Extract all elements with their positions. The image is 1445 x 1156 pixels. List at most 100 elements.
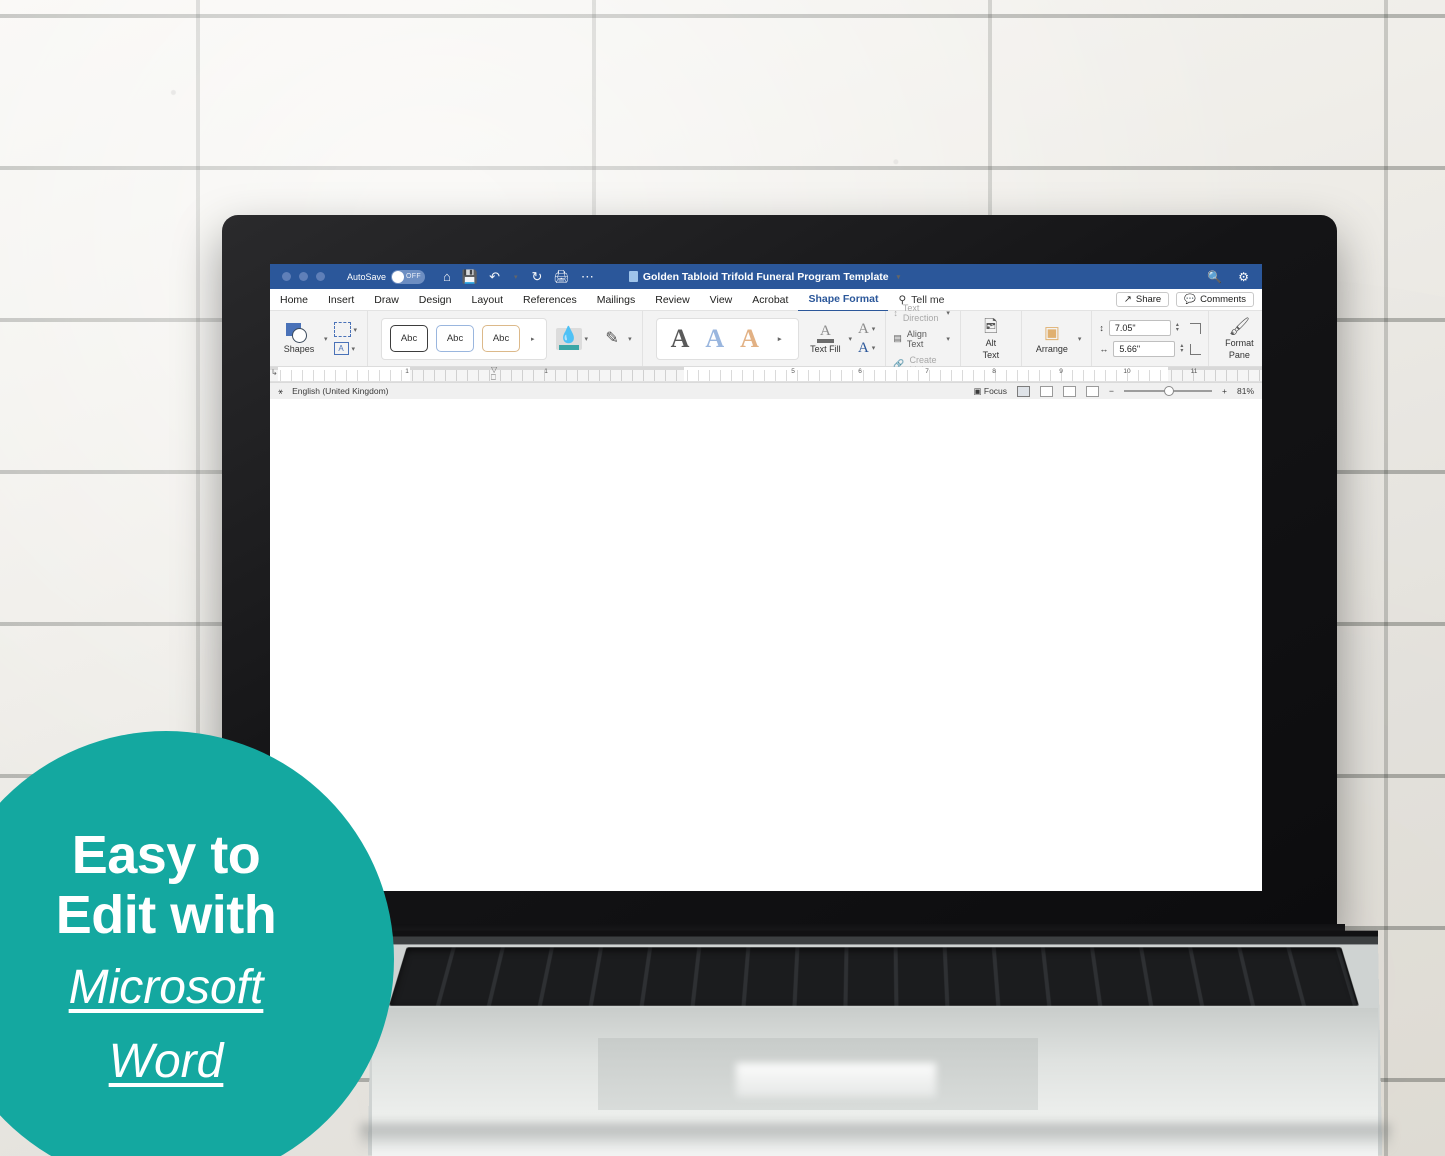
shape-styles-gallery[interactable]: Abc Abc Abc ▸ (381, 317, 547, 360)
shape-fill-button[interactable]: 💧 (555, 327, 582, 350)
status-bar[interactable]: ⚹ English (United Kingdom) ▣ Focus − + 8… (270, 382, 1262, 399)
text-outline-chevron-down-icon[interactable]: ▾ (872, 325, 876, 333)
shape-edit-buttons[interactable]: ▾ A ▾ (333, 322, 361, 355)
undo-chevron-down-icon[interactable]: ▾ (514, 273, 518, 281)
print-icon[interactable]: 🖨 (553, 269, 570, 285)
language-label[interactable]: English (United Kingdom) (292, 386, 388, 396)
text-fill-chevron-down-icon[interactable]: ▾ (848, 335, 852, 343)
zoom-in-button[interactable]: + (1222, 386, 1227, 396)
status-bar-right[interactable]: ▣ Focus − + 81% (973, 385, 1254, 397)
wordart-more-icon[interactable]: ▸ (778, 335, 782, 343)
undo-icon[interactable]: ↶ (489, 269, 500, 285)
text-fill-button[interactable]: A Text Fill (805, 323, 845, 354)
maximize-button[interactable] (316, 272, 325, 281)
save-icon[interactable]: 💾 (462, 269, 478, 285)
tab-acrobat[interactable]: Acrobat (742, 289, 798, 311)
text-effects-chevron-down-icon[interactable]: ▾ (872, 344, 876, 352)
shape-fill-outline-group[interactable]: 💧 ▾ ✎ ▾ (555, 327, 635, 350)
zoom-level-label[interactable]: 81% (1237, 386, 1254, 396)
autosave-toggle[interactable]: OFF (391, 269, 426, 284)
ribbon-tabs[interactable]: Home Insert Draw Design Layout Reference… (270, 288, 1262, 312)
outline-view-button[interactable] (1063, 385, 1077, 397)
wordart-style-2[interactable]: A (705, 324, 724, 354)
comments-button[interactable]: 💬 Comments (1176, 292, 1254, 307)
shape-styles-more-icon[interactable]: ▸ (531, 335, 535, 343)
text-outline-icon[interactable]: A (858, 322, 869, 337)
text-direction-label: Text Direction (902, 302, 939, 323)
redo-icon[interactable]: ↻ (532, 269, 543, 285)
home-icon[interactable]: ⌂ (443, 269, 451, 284)
text-commands[interactable]: ↕ Text Direction ▾ ▤ Align Text ▾ 🔗 Crea… (893, 303, 953, 375)
text-direction-chevron-down-icon[interactable]: ▾ (946, 309, 950, 317)
text-outline-effects-group[interactable]: A ▾ A ▾ (858, 322, 878, 356)
shape-style-2[interactable]: Abc (436, 325, 475, 352)
zoom-slider-knob[interactable] (1164, 386, 1175, 396)
autosave-control[interactable]: AutoSave OFF (347, 269, 426, 284)
print-layout-view-button[interactable] (1017, 385, 1031, 397)
horizontal-ruler[interactable]: 1 1 5 6 7 8 9 10 11 ↳ ▽ ⎕ (270, 367, 1262, 382)
shape-style-3[interactable]: Abc (482, 325, 521, 352)
share-button[interactable]: ↗ Share (1115, 292, 1170, 307)
tab-design[interactable]: Design (409, 289, 462, 311)
tab-mailings[interactable]: Mailings (587, 289, 646, 311)
edit-shape-icon[interactable] (333, 322, 351, 337)
shape-width-stepper[interactable]: ▴ ▾ (1180, 343, 1183, 354)
shapes-button[interactable]: Shapes (277, 323, 321, 354)
zoom-slider[interactable] (1124, 386, 1213, 396)
shape-format-ribbon[interactable]: Shapes ▾ ▾ A ▾ Abc Abc Abc ▸ 💧 ▾ ✎ ▾ A A… (270, 303, 1262, 375)
web-layout-view-button[interactable] (1040, 385, 1054, 397)
ruler-tick: 6 (858, 368, 862, 375)
text-box-chevron-down-icon[interactable]: ▾ (352, 345, 356, 353)
tab-home[interactable]: Home (270, 289, 318, 311)
tabs-right-actions[interactable]: ↗ Share 💬 Comments (1115, 292, 1262, 307)
align-text-button[interactable]: ▤ Align Text ▾ (893, 329, 953, 349)
title-chevron-down-icon[interactable]: ▾ (897, 273, 901, 281)
text-fill-label: Text Fill (810, 343, 841, 354)
ruler-tick: 9 (1059, 368, 1063, 375)
minimize-button[interactable] (299, 272, 308, 281)
ruler-tab-stop-icon[interactable]: ↳ (271, 368, 278, 377)
align-text-chevron-down-icon[interactable]: ▾ (946, 335, 950, 343)
tab-view[interactable]: View (700, 289, 743, 311)
arrange-button[interactable]: ▣ Arrange (1029, 323, 1075, 354)
search-icon[interactable]: 🔍 (1207, 270, 1222, 284)
left-indent-marker[interactable]: ⎕ (491, 373, 496, 381)
size-fields[interactable]: ↕ 7.05" ▴ ▾ ↔ 5.66" ▴ ▾ (1099, 320, 1183, 357)
zoom-out-button[interactable]: − (1109, 386, 1114, 396)
shape-width-input[interactable]: 5.66" (1113, 341, 1176, 357)
shape-style-1[interactable]: Abc (390, 325, 429, 352)
shapes-chevron-down-icon[interactable]: ▾ (324, 335, 328, 343)
tab-shape-format[interactable]: Shape Format (798, 288, 889, 312)
tab-draw[interactable]: Draw (364, 289, 409, 311)
wordart-gallery[interactable]: A A A ▸ (655, 317, 800, 360)
tab-references[interactable]: References (513, 289, 587, 311)
shape-fill-chevron-down-icon[interactable]: ▾ (585, 335, 589, 343)
arrange-chevron-down-icon[interactable]: ▾ (1078, 335, 1082, 343)
tab-layout[interactable]: Layout (461, 289, 513, 311)
wordart-style-3[interactable]: A (740, 324, 759, 354)
wordart-style-1[interactable]: A (671, 324, 690, 354)
text-box-icon[interactable]: A (333, 342, 349, 355)
collaborate-icon[interactable]: ⚙ (1238, 270, 1249, 284)
tab-review[interactable]: Review (645, 289, 699, 311)
text-effects-icon[interactable]: A (858, 341, 869, 356)
window-controls[interactable] (270, 272, 325, 281)
alt-text-button[interactable]: 🖻 Alt Text (968, 317, 1014, 360)
shapes-icon (286, 323, 312, 343)
draft-view-button[interactable] (1086, 385, 1100, 397)
text-direction-button[interactable]: ↕ Text Direction ▾ (893, 303, 953, 323)
quick-access-toolbar[interactable]: ⌂ 💾 ↶ ▾ ↻ 🖨 ⋯ (443, 269, 594, 285)
titlebar-actions[interactable]: 🔍 ⚙ (1207, 270, 1262, 284)
ribbon-group-arrange: ▣ Arrange ▾ (1022, 311, 1093, 366)
shape-height-stepper[interactable]: ▴ ▾ (1176, 322, 1179, 333)
tab-insert[interactable]: Insert (318, 289, 364, 311)
accessibility-icon[interactable]: ⚹ (278, 386, 283, 397)
close-button[interactable] (282, 272, 291, 281)
focus-button[interactable]: ▣ Focus (973, 386, 1007, 397)
shape-outline-button[interactable]: ✎ (599, 330, 625, 347)
format-pane-button[interactable]: 🖌 Format Pane (1216, 317, 1262, 360)
shape-outline-chevron-down-icon[interactable]: ▾ (628, 335, 632, 343)
more-icon[interactable]: ⋯ (581, 269, 594, 285)
shape-height-input[interactable]: 7.05" (1108, 320, 1171, 336)
edit-shape-chevron-down-icon[interactable]: ▾ (354, 326, 358, 334)
